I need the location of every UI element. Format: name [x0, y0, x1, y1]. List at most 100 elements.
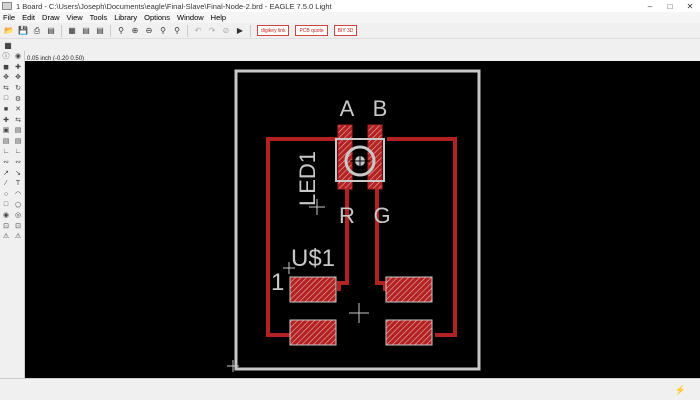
go-icon[interactable]: ▶: [234, 25, 246, 37]
app-icon: [2, 2, 12, 10]
pin-label-a: A: [340, 96, 355, 121]
grid-icon[interactable]: ▦: [2, 40, 14, 50]
zoom-redraw-icon[interactable]: ⚲: [157, 25, 169, 37]
info-icon[interactable]: ⓘ: [0, 51, 12, 61]
board-outline: [234, 69, 481, 371]
rect-icon[interactable]: □: [0, 200, 12, 210]
route-icon[interactable]: ↗: [0, 168, 12, 178]
zoom-fit-icon[interactable]: ⚲: [115, 25, 127, 37]
biy-3d-button[interactable]: BIY 3D: [333, 25, 358, 36]
text-icon[interactable]: T: [12, 178, 24, 188]
toolbar-separator: [187, 24, 188, 37]
activity-icon: ⚡: [674, 385, 686, 395]
u1-pad-4: [385, 319, 433, 346]
change-icon[interactable]: ⚙: [12, 94, 24, 104]
undo-icon[interactable]: ↶: [192, 25, 204, 37]
toolbar-separator: [110, 24, 111, 37]
replace-icon[interactable]: ⇆: [12, 115, 24, 125]
rotate-icon[interactable]: ↻: [12, 83, 24, 93]
meander-icon[interactable]: ∾: [12, 157, 24, 167]
menu-help[interactable]: Help: [211, 13, 226, 22]
menu-tools[interactable]: Tools: [90, 13, 108, 22]
digikey-button[interactable]: digikey link: [257, 25, 290, 36]
cam-icon[interactable]: ▤: [45, 25, 57, 37]
pin-label-r: R: [339, 203, 355, 228]
menu-edit[interactable]: Edit: [22, 13, 35, 22]
pin-label-b: B: [373, 96, 388, 121]
run-ulp-icon[interactable]: ▤: [94, 25, 106, 37]
eagle-window: 1 Board - C:\Users\Joseph\Documents\eagl…: [0, 0, 700, 400]
led-pad-b: [367, 124, 383, 190]
redo-icon[interactable]: ↷: [206, 25, 218, 37]
smash-icon[interactable]: ▤: [12, 136, 24, 146]
zoom-out-icon[interactable]: ⊖: [143, 25, 155, 37]
miter-icon[interactable]: ∟: [0, 147, 12, 157]
menu-options[interactable]: Options: [144, 13, 170, 22]
stop-icon[interactable]: ⊘: [220, 25, 232, 37]
schematic-icon[interactable]: ▦: [66, 25, 78, 37]
name-icon[interactable]: ▤: [12, 125, 24, 135]
u1-pad-2: [385, 276, 433, 303]
trace-r: [337, 181, 349, 291]
window-controls: – □ ✕: [640, 0, 700, 12]
menu-draw[interactable]: Draw: [42, 13, 60, 22]
u1-pad-1: [289, 276, 337, 303]
delete-icon[interactable]: ✕: [12, 104, 24, 114]
circle-icon[interactable]: ○: [0, 189, 12, 199]
pin-label-g: G: [373, 203, 390, 228]
save-icon[interactable]: 💾: [17, 25, 29, 37]
erc-icon[interactable]: ⚠: [0, 231, 12, 241]
pcb-quote-button[interactable]: PCB quote: [295, 25, 328, 36]
menu-view[interactable]: View: [67, 13, 83, 22]
script-icon[interactable]: ▤: [80, 25, 92, 37]
hole-icon[interactable]: ◎: [12, 210, 24, 220]
trace-g: [375, 181, 387, 291]
via-icon[interactable]: ◉: [0, 210, 12, 220]
menu-library[interactable]: Library: [114, 13, 137, 22]
add-icon[interactable]: ✚: [0, 115, 12, 125]
command-palette: ⓘ ◉ ◼ ✚ ✥ ✥ ⇆ ↻ □ ⚙ ■ ✕ ✚ ⇆ ▣ ▤ ▤ ▤ ∟ ∟ ∾ ∾ ↗ ↘ ∕ T ○…: [0, 51, 25, 387]
copy-icon[interactable]: ✥: [12, 72, 24, 82]
window-title: 1 Board - C:\Users\Joseph\Documents\eagl…: [16, 1, 332, 11]
polygon-icon[interactable]: ⬠: [12, 200, 24, 210]
lock-icon[interactable]: ▣: [0, 125, 12, 135]
group-icon[interactable]: □: [0, 94, 12, 104]
open-icon[interactable]: 📂: [3, 25, 15, 37]
title-bar: 1 Board - C:\Users\Joseph\Documents\eagl…: [0, 0, 700, 12]
drc-icon[interactable]: ⚠: [12, 231, 24, 241]
paste-icon[interactable]: ■: [0, 104, 12, 114]
layers-icon[interactable]: ◼: [0, 62, 12, 72]
menu-file[interactable]: File: [3, 13, 15, 22]
ripup-icon[interactable]: ↘: [12, 168, 24, 178]
toolbar-separator: [250, 24, 251, 37]
mark-icon[interactable]: ✚: [12, 62, 24, 72]
menu-window[interactable]: Window: [177, 13, 204, 22]
maximize-button[interactable]: □: [660, 0, 680, 12]
eye-icon[interactable]: ◉: [12, 51, 24, 61]
minimize-button[interactable]: –: [640, 0, 660, 12]
optimize-icon[interactable]: ∾: [0, 157, 12, 167]
menu-bar: File Edit Draw View Tools Library Option…: [0, 12, 700, 23]
toolbar-separator: [61, 24, 62, 37]
pin1-marker: 1: [271, 269, 284, 296]
ratsnest-icon[interactable]: ⊡: [0, 221, 12, 231]
led-pad-a: [337, 124, 353, 190]
board-canvas[interactable]: A B R G LED1 U$1 1: [25, 61, 700, 378]
trace-right: [387, 137, 457, 337]
wire-icon[interactable]: ∕: [0, 178, 12, 188]
zoom-in-icon[interactable]: ⊕: [129, 25, 141, 37]
value-icon[interactable]: ▤: [0, 136, 12, 146]
coordinate-bar: 0.05 inch (-0.20 0.50): [25, 51, 700, 62]
parameter-toolbar: ▦: [0, 39, 700, 51]
split-icon[interactable]: ∟: [12, 147, 24, 157]
autoroute-icon[interactable]: ⊡: [12, 221, 24, 231]
zoom-select-icon[interactable]: ⚲: [171, 25, 183, 37]
close-button[interactable]: ✕: [680, 0, 700, 12]
board-drawing[interactable]: A B R G LED1 U$1 1: [25, 61, 700, 378]
move-icon[interactable]: ✥: [0, 72, 12, 82]
arc-icon[interactable]: ◠: [12, 189, 24, 199]
status-bar: ⚡: [0, 378, 700, 400]
mirror-icon[interactable]: ⇆: [0, 83, 12, 93]
print-icon[interactable]: ⎙: [31, 25, 43, 37]
u1-pad-3: [289, 319, 337, 346]
